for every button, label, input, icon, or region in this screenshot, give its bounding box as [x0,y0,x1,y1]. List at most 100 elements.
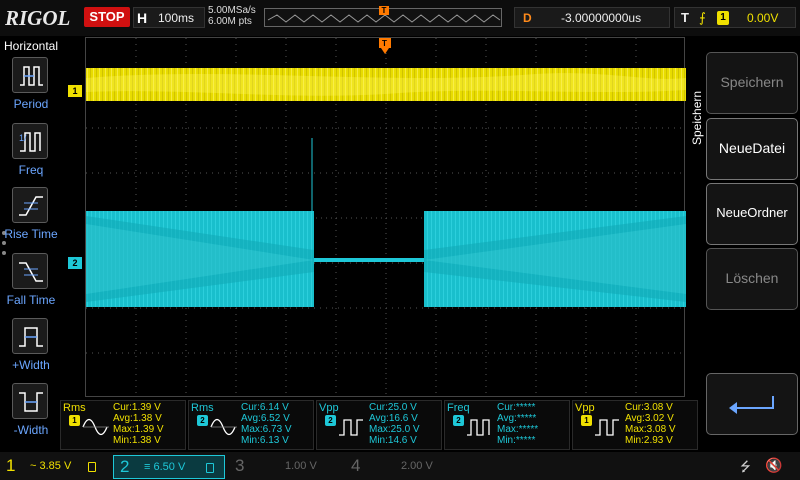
measurement-values: Cur:***** Avg:***** Max:***** Min:***** [497,402,538,446]
channel-3-status[interactable]: 3 1.00 V [229,455,341,479]
channel-2-status[interactable]: 2 ≡ 6.50 V [113,455,225,479]
channel-status-bar: 1 ~ 3.85 V 2 ≡ 6.50 V 3 1.00 V 4 2.00 V … [0,452,800,480]
min-value: Min:2.93 V [625,435,673,446]
channel-1-status[interactable]: 1 ~ 3.85 V [0,455,110,479]
measurement-type: Vpp [319,402,339,414]
freq-measure-icon [467,419,490,436]
cur-value: Cur:6.14 V [241,402,289,413]
rms-icon [210,418,237,436]
enter-button[interactable] [706,373,798,435]
period-label: Period [13,97,49,111]
measure-rise-time[interactable]: Rise Time [0,187,62,249]
period-icon [12,57,48,93]
usb-icon: ⭍ [740,459,751,474]
channel-scale: ≡ 6.50 V [144,461,186,473]
brand-logo: RIGOL [5,6,71,30]
measure-freq[interactable]: 1/ Freq [0,123,62,185]
measurement-freq-ch2[interactable]: Freq 2 Cur:***** Avg:***** Max:***** Min… [444,400,570,450]
ch1-offset-marker[interactable]: 1 [68,85,82,97]
speaker-muted-icon[interactable]: 🔇 [765,457,782,474]
horizontal-timebase[interactable]: H 100ms [133,7,205,28]
cur-value: Cur:***** [497,402,536,413]
vpp-icon [339,419,363,436]
acquisition-info: 5.00MSa/s 6.00M pts [208,5,256,27]
waveform-display[interactable] [85,37,686,398]
horizontal-measure-panel: Horizontal Period 1/ Freq Rise Time Fall [0,37,60,447]
min-value: Min:6.13 V [241,435,289,446]
channel-number: 1 [6,456,16,475]
avg-value: Avg:1.38 V [113,413,162,424]
svg-text:T: T [382,39,387,48]
neue-datei-label: NeueDatei [718,140,786,156]
trigger-label: T [681,10,689,25]
avg-value: Avg:16.6 V [369,413,418,424]
measure-negative-width[interactable]: -Width [0,383,62,445]
min-value: Min:1.38 V [113,435,161,446]
svg-text:1/: 1/ [19,133,27,143]
delay-label: D [523,11,532,25]
measurement-values: Cur:6.14 V Avg:6.52 V Max:6.73 V Min:6.1… [241,402,292,446]
neue-datei-button[interactable]: NeueDatei [706,118,798,180]
measurement-values: Cur:1.39 V Avg:1.38 V Max:1.39 V Min:1.3… [113,402,164,446]
trigger-time-marker[interactable]: T [379,38,391,54]
cur-value: Cur:3.08 V [625,402,673,413]
avg-value: Avg:6.52 V [241,413,290,424]
measurement-rms-ch2[interactable]: Rms 2 Cur:6.14 V Avg:6.52 V Max:6.73 V M… [188,400,314,450]
horizontal-delay[interactable]: D -3.00000000us [514,7,670,28]
ch2-offset-marker[interactable]: 2 [68,257,82,269]
measurement-channel: 1 [581,415,592,426]
measure-period[interactable]: Period [0,57,62,119]
enter-icon [729,396,774,414]
loeschen-button[interactable]: Löschen [706,248,798,310]
neue-ordner-button[interactable]: NeueOrdner [706,183,798,245]
min-value: Min:***** [497,435,536,446]
measurement-rms-ch1[interactable]: Rms 1 Cur:1.39 V Avg:1.38 V Max:1.39 V M… [60,400,186,450]
measure-positive-width[interactable]: +Width [0,318,62,380]
coupling-icon [206,463,214,473]
panel-title: Horizontal [3,39,59,53]
cur-value: Cur:25.0 V [369,402,417,413]
graticule [86,38,686,398]
measurement-channel: 2 [453,415,464,426]
timebase-value: 100ms [158,11,195,25]
negative-width-icon [12,383,48,419]
max-value: Max:6.73 V [241,424,292,435]
measurement-type: Rms [191,402,214,414]
freq-label: Freq [18,163,44,177]
neue-ordner-label: NeueOrdner [716,205,788,220]
fall-time-label: Fall Time [6,293,56,307]
measurement-values: Cur:25.0 V Avg:16.6 V Max:25.0 V Min:14.… [369,402,420,446]
channel-scale: 1.00 V [285,460,317,472]
trigger-status[interactable]: T ⨍ 1 0.00V [674,7,796,28]
positive-width-icon [12,318,48,354]
loeschen-label: Löschen [725,270,779,286]
vpp-icon [595,419,619,436]
rise-time-label: Rise Time [4,227,58,241]
measurement-type: Rms [63,402,86,414]
coupling-icon [88,462,96,472]
menu-title: Speichern [690,90,704,145]
measurement-type: Vpp [575,402,595,414]
trigger-level: 0.00V [747,11,779,25]
max-value: Max:***** [497,424,539,435]
measurement-channel: 2 [197,415,208,426]
fall-time-icon [12,253,48,289]
channel-number: 4 [351,456,361,475]
max-value: Max:3.08 V [625,424,676,435]
run-stop-status[interactable]: STOP [84,7,130,27]
measure-fall-time[interactable]: Fall Time [0,253,62,315]
avg-value: Avg:3.02 V [625,413,674,424]
negative-width-label: -Width [13,423,49,437]
measurement-vpp-ch1[interactable]: Vpp 1 Cur:3.08 V Avg:3.02 V Max:3.08 V M… [572,400,698,450]
measurement-vpp-ch2[interactable]: Vpp 2 Cur:25.0 V Avg:16.6 V Max:25.0 V M… [316,400,442,450]
oscilloscope-screen: RIGOL STOP H 100ms 5.00MSa/s 6.00M pts T… [0,0,800,480]
rise-time-icon [12,187,48,223]
measurement-type: Freq [447,402,470,414]
freq-icon: 1/ [12,123,48,159]
rising-edge-icon: ⨍ [699,10,706,25]
memory-depth: 6.00M pts [208,16,252,27]
avg-value: Avg:***** [497,413,537,424]
channel-4-status[interactable]: 4 2.00 V [345,455,457,479]
speichern-button[interactable]: Speichern [706,52,798,114]
sample-rate: 5.00MSa/s [208,5,256,16]
